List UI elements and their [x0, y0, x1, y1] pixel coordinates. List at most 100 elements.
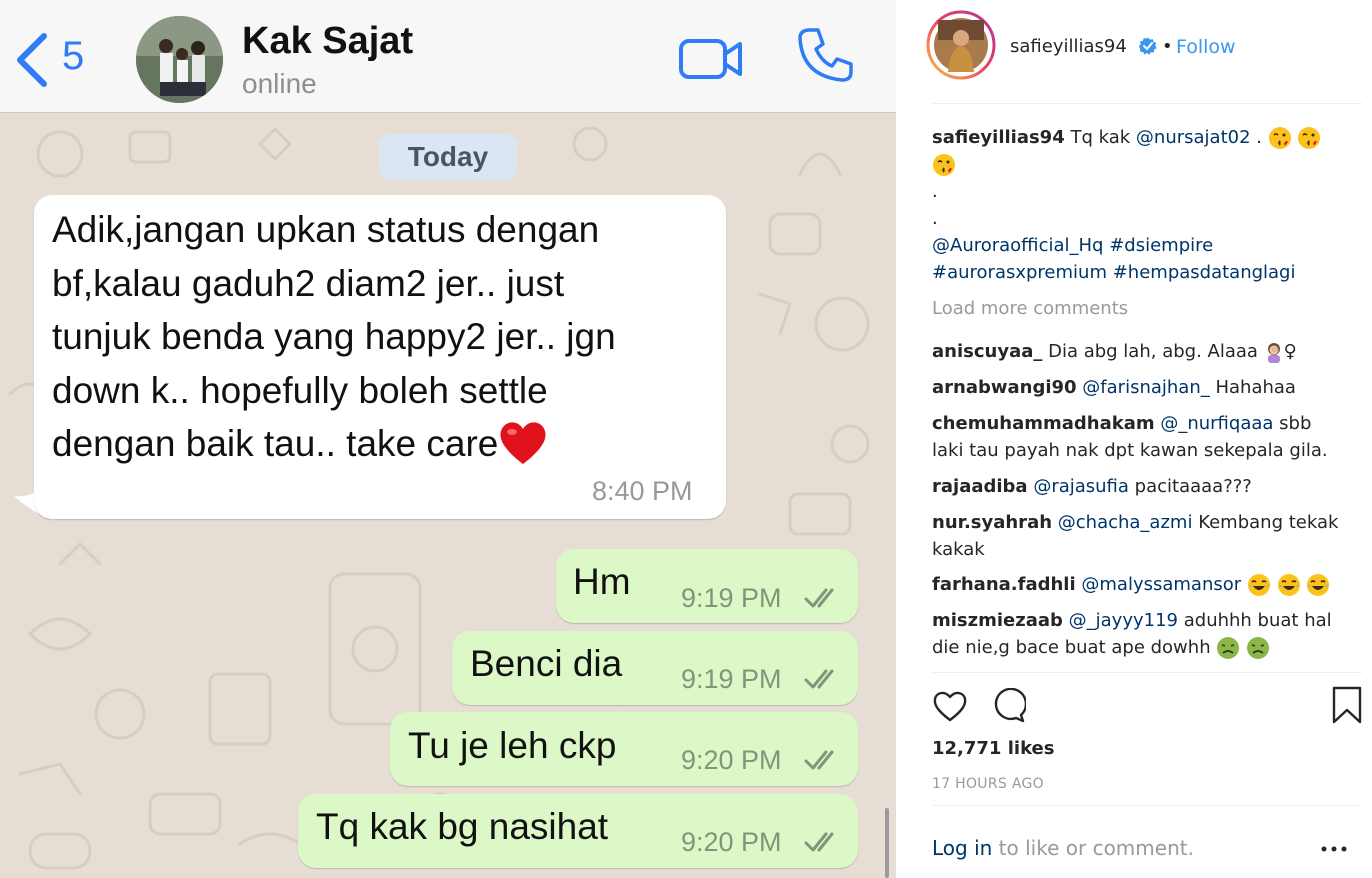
load-more-comments-button[interactable]: Load more comments [932, 298, 1128, 319]
caption: safieyillias94 Tq kak @nursajat02 . [932, 124, 1321, 151]
outgoing-message-text: Tu je leh ckp [408, 725, 617, 766]
comment-continuation: laki tau payah nak dpt kawan sekepala gi… [932, 440, 1328, 461]
face-blowing-kiss-icon [933, 154, 955, 176]
message-line: dengan baik tau.. take care [52, 417, 702, 471]
voice-call-button[interactable] [796, 26, 854, 84]
comment-mention[interactable]: @_nurfiqaaa [1160, 413, 1273, 434]
likes-count-text: 12,771 likes [932, 738, 1055, 759]
outgoing-message-text: Hm [573, 561, 631, 602]
comment: miszmiezaab @_jayyy119 aduhhh buat hal [932, 607, 1332, 634]
hashtag-link[interactable]: #dsiempire [1109, 235, 1213, 256]
save-button[interactable] [1332, 686, 1362, 724]
double-check-icon [804, 588, 834, 608]
comment-username[interactable]: chemuhammadhakam [932, 413, 1155, 434]
message-time: 9:20 PM [681, 827, 782, 857]
tears-of-joy-icon [1277, 574, 1300, 596]
divider [932, 805, 1362, 806]
tears-of-joy-icon [1307, 574, 1330, 596]
comment-mention[interactable]: @malyssamansor [1081, 574, 1241, 595]
profile-avatar[interactable] [926, 10, 996, 80]
comment-button[interactable] [990, 687, 1028, 724]
chat-screenshot: 5 Kak Sajat online Today Adik,jangan upk… [0, 0, 896, 878]
hashtag-link[interactable]: #hempasdatanglagi [1113, 262, 1296, 283]
face-blowing-kiss-icon [1268, 127, 1291, 149]
chat-header: 5 Kak Sajat online [0, 0, 896, 113]
incoming-message-text: Adik,jangan upkan status dengan bf,kalau… [52, 203, 702, 471]
like-button[interactable] [932, 688, 968, 724]
comment: arnabwangi90 @farisnajhan_ Hahahaa [932, 374, 1296, 401]
comment-text: die nie,g bace buat ape dowhh [932, 637, 1211, 658]
caption-dot: . [932, 181, 938, 202]
caption-text: Tq kak [1070, 127, 1131, 148]
instagram-post-panel: safieyillias94 • Follow safieyillias94 T… [896, 0, 1372, 878]
follow-button[interactable]: Follow [1176, 36, 1236, 58]
date-separator: Today [379, 134, 517, 180]
comment-mention[interactable]: @rajasufia [1033, 476, 1129, 497]
caption-tags: @Auroraofficial_Hq #dsiempire [932, 232, 1213, 259]
comment-mention[interactable]: @_jayyy119 [1069, 610, 1178, 631]
login-prompt-text: to like or comment. [998, 836, 1194, 860]
bookmark-icon [1332, 686, 1362, 724]
message-time: 9:20 PM [681, 745, 782, 775]
profile-username[interactable]: safieyillias94 [1010, 36, 1127, 57]
message-time: 9:19 PM [681, 583, 782, 613]
message-line: down k.. hopefully boleh settle [52, 369, 548, 411]
divider [932, 103, 1362, 104]
comment-text: Kembang tekak [1198, 512, 1339, 533]
comment-text: sbb [1279, 413, 1312, 434]
comment-username[interactable]: aniscuyaa_ [932, 341, 1042, 362]
login-link[interactable]: Log in [932, 836, 992, 860]
message-line-text: dengan baik tau.. take care [52, 423, 499, 464]
scrollbar-thumb[interactable] [885, 808, 889, 878]
caption-tags: #aurorasxpremium #hempasdatanglagi [932, 259, 1296, 286]
comment-text-suffix: ♀ [1283, 341, 1297, 362]
post-timestamp: 17 HOURS AGO [932, 776, 1044, 792]
comment-mention[interactable]: @chacha_azmi [1058, 512, 1193, 533]
message-line: Adik,jangan upkan status dengan [52, 209, 600, 250]
caption-continuation [932, 151, 956, 178]
comment: aniscuyaa_ Dia abg lah, abg. Alaaa ♀ [932, 338, 1297, 365]
ellipsis-icon [1321, 846, 1347, 852]
phone-icon [798, 28, 853, 82]
more-options-button[interactable] [1316, 836, 1352, 862]
separator-dot: • [1162, 36, 1173, 57]
comment-mention[interactable]: @farisnajhan_ [1082, 377, 1209, 398]
avatar-photo [136, 16, 223, 103]
caption-text: . [1256, 127, 1263, 148]
comment-continuation: die nie,g bace buat ape dowhh [932, 634, 1270, 661]
double-check-icon [804, 669, 834, 689]
likes-count[interactable]: 12,771 likes [932, 738, 1054, 759]
comment-text: pacitaaaa??? [1134, 476, 1252, 497]
nauseated-face-icon [1217, 637, 1240, 659]
back-button[interactable]: 5 [14, 30, 94, 90]
double-check-icon [804, 750, 834, 770]
avatar-photo [926, 10, 996, 80]
chevron-left-icon [17, 33, 47, 87]
heart-icon [933, 691, 967, 722]
comment: rajaadiba @rajasufia pacitaaaa??? [932, 473, 1252, 500]
message-line: tunjuk benda yang happy2 jer.. jgn [52, 316, 616, 357]
comment-username[interactable]: farhana.fadhli [932, 574, 1076, 595]
red-heart-icon [500, 422, 546, 464]
comment: farhana.fadhli @malyssamansor [932, 571, 1330, 598]
caption-dot: . [932, 208, 938, 229]
nauseated-face-icon [1247, 637, 1270, 659]
comment-username[interactable]: miszmiezaab [932, 610, 1063, 631]
comment-username[interactable]: rajaadiba [932, 476, 1028, 497]
comment-username[interactable]: arnabwangi90 [932, 377, 1077, 398]
comment-continuation: kakak [932, 539, 985, 560]
video-call-button[interactable] [678, 36, 744, 82]
caption-username[interactable]: safieyillias94 [932, 127, 1065, 148]
double-check-icon [804, 832, 834, 852]
contact-avatar[interactable] [136, 16, 223, 103]
message-time: 8:40 PM [592, 476, 693, 506]
hashtag-link[interactable]: #aurorasxpremium [932, 262, 1107, 283]
tears-of-joy-icon [1247, 574, 1270, 596]
outgoing-message-text: Benci dia [470, 643, 623, 684]
login-prompt: Log in to like or comment. [932, 836, 1194, 860]
comment-username[interactable]: nur.syahrah [932, 512, 1052, 533]
caption-mention[interactable]: @nursajat02 [1136, 127, 1251, 148]
caption-mention[interactable]: @Auroraofficial_Hq [932, 235, 1103, 256]
divider [932, 672, 1362, 673]
contact-status: online [242, 68, 317, 99]
